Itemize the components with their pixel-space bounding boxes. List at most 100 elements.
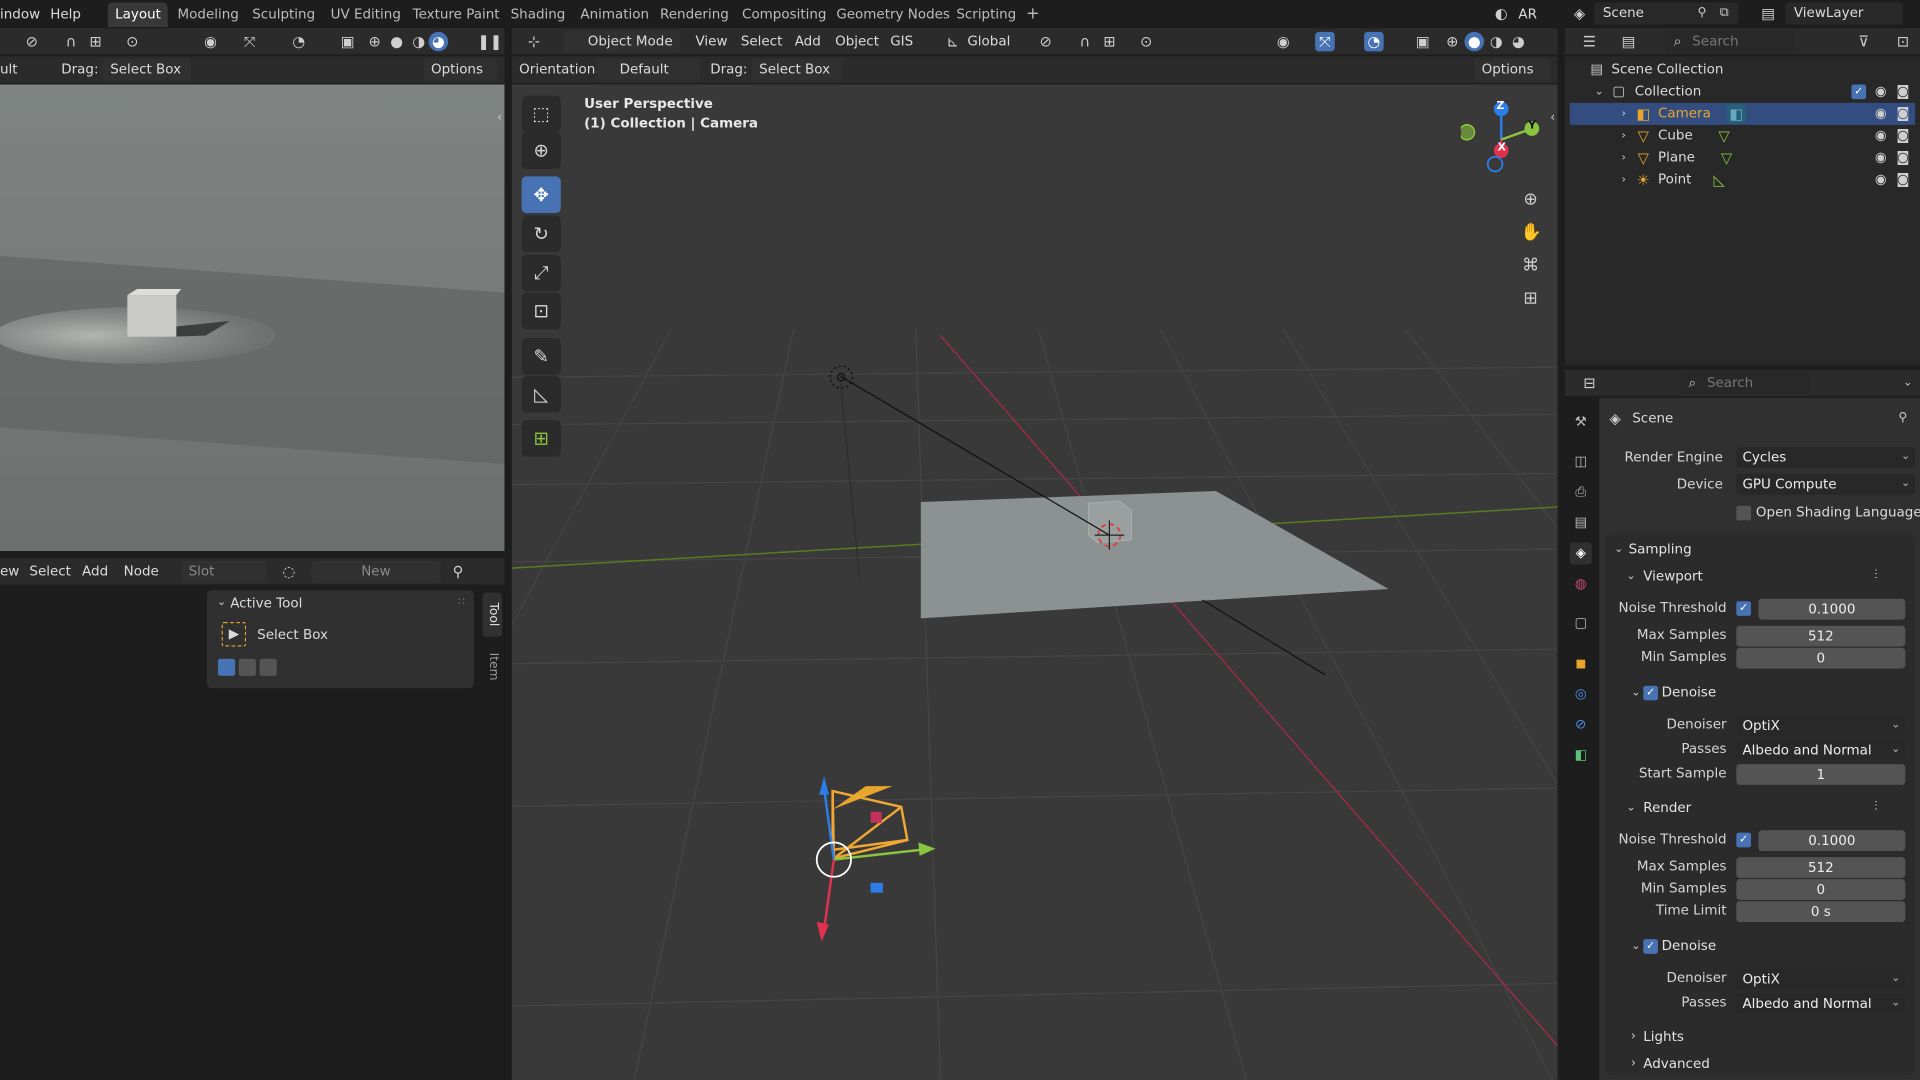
vp-noise-field[interactable]: 0.1000 — [1758, 598, 1906, 620]
new-collection-icon[interactable]: ⊡ — [1893, 32, 1913, 52]
eye-icon[interactable]: ◉ — [1871, 148, 1891, 168]
eye-icon[interactable]: ◉ — [1871, 170, 1891, 190]
render-camera-icon[interactable]: ◙ — [1893, 104, 1913, 124]
node-view-menu[interactable]: ew — [0, 563, 19, 580]
rd-noise-field[interactable]: 0.1000 — [1758, 830, 1906, 852]
chevron-down-icon[interactable]: ⌄ — [1609, 540, 1629, 560]
tab-animation[interactable]: Animation — [573, 2, 656, 26]
rd-denoise-title[interactable]: Denoise — [1662, 938, 1716, 954]
vp-min-field[interactable]: 0 — [1736, 647, 1906, 669]
view-layer-tab-icon[interactable]: ▤ — [1570, 512, 1592, 534]
material-shading-icon[interactable]: ◑ — [1487, 32, 1507, 52]
transform-dropdown[interactable]: Global — [960, 31, 1024, 53]
node-add-menu[interactable]: Add — [82, 563, 108, 580]
orientation-dropdown[interactable]: Default — [595, 58, 701, 81]
lights-section-title[interactable]: Lights — [1643, 1029, 1684, 1045]
viewport-section-title[interactable]: Viewport — [1643, 568, 1703, 584]
transform-tool-button[interactable]: ⊡ — [521, 292, 561, 330]
eye-icon[interactable]: ◉ — [1871, 82, 1891, 102]
select-tool-button[interactable]: ⬚ — [521, 95, 561, 133]
presets-icon[interactable]: ⫶ — [1866, 566, 1886, 586]
copy-scene-icon[interactable]: ⧉ — [1714, 4, 1734, 24]
chevron-down-icon[interactable]: ⌄ — [212, 593, 232, 613]
xray-icon[interactable]: ▣ — [338, 32, 358, 52]
chevron-down-icon[interactable]: ⌄ — [1589, 82, 1609, 102]
pivot-icon[interactable]: ⊘ — [1036, 32, 1056, 52]
chevron-right-icon[interactable]: › — [1614, 126, 1634, 146]
collection-tab-icon[interactable]: ▢ — [1570, 612, 1592, 634]
language-label[interactable]: AR — [1518, 0, 1537, 28]
render-tab-icon[interactable]: ◫ — [1570, 451, 1592, 473]
mode-dropdown[interactable]: Object Mode — [563, 30, 681, 53]
pin-icon[interactable]: ⚲ — [1692, 4, 1712, 24]
solid-shading-icon[interactable]: ● — [1464, 31, 1485, 52]
physics-tab-icon[interactable]: ◎ — [1570, 683, 1592, 705]
wireframe-shading-icon[interactable]: ⊕ — [1442, 32, 1462, 52]
scene-collection-row[interactable]: ▤ Scene Collection — [1570, 59, 1915, 81]
rd-passes-dropdown[interactable]: Albedo and Normal ⌄ — [1736, 993, 1906, 1014]
outliner-item-camera[interactable]: › ◧ Camera ◧ ◉ ◙ — [1569, 102, 1916, 125]
outliner-item-cube[interactable]: › ▽ Cube ▽ ◉ ◙ — [1570, 125, 1915, 147]
rd-max-field[interactable]: 512 — [1736, 857, 1906, 878]
vp-max-field[interactable]: 512 — [1736, 625, 1906, 647]
render-engine-dropdown[interactable]: Cycles ⌄ — [1736, 446, 1916, 468]
rotate-tool-button[interactable]: ↻ — [521, 215, 561, 253]
viewlayer-icon[interactable]: ▤ — [1758, 4, 1778, 24]
vp-denoise-title[interactable]: Denoise — [1662, 684, 1716, 700]
chevron-right-icon[interactable]: › — [1614, 104, 1634, 124]
rd-noise-checkbox[interactable]: ✓ — [1736, 832, 1752, 848]
properties-editor-icon[interactable]: ⊟ — [1580, 373, 1600, 393]
proportional-edit-icon[interactable]: ⊙ — [1136, 32, 1156, 52]
chevron-down-icon[interactable]: ⌄ — [1621, 798, 1641, 818]
material-browse-icon[interactable]: ◌ — [279, 562, 299, 582]
solid-shading-icon[interactable]: ● — [387, 32, 407, 52]
xray-icon[interactable]: ▣ — [1413, 32, 1433, 52]
tab-compositing[interactable]: Compositing — [735, 2, 834, 26]
editor-type-icon[interactable]: ⊹ — [524, 32, 544, 52]
collapse-arrow-icon[interactable]: ‹ — [490, 109, 505, 129]
drag-handle-icon[interactable]: ∷ — [452, 593, 472, 613]
eye-icon[interactable]: ◉ — [1871, 104, 1891, 124]
preview-options-button[interactable]: Options — [423, 58, 498, 81]
chevron-right-icon[interactable]: › — [1614, 148, 1634, 168]
tab-texture-paint[interactable]: Texture Paint — [405, 2, 507, 26]
preview-mode-label[interactable]: ult — [0, 61, 18, 78]
camera-object[interactable] — [831, 786, 909, 860]
tab-uv-editing[interactable]: UV Editing — [323, 2, 408, 26]
proportional-icon[interactable]: ⊙ — [122, 32, 142, 52]
tab-geometry-nodes[interactable]: Geometry Nodes — [829, 2, 957, 26]
filter-icon[interactable]: ⊽ — [1854, 32, 1874, 52]
render-camera-icon[interactable]: ◙ — [1893, 148, 1913, 168]
menu-help[interactable]: Help — [50, 0, 81, 28]
tab-rendering[interactable]: Rendering — [653, 2, 736, 26]
material-shading-icon[interactable]: ◑ — [409, 32, 429, 52]
presets-icon[interactable]: ⫶ — [1866, 797, 1886, 817]
drag-dropdown[interactable]: Select Box — [751, 58, 843, 81]
collection-include-checkbox[interactable]: ✓ — [1851, 84, 1867, 100]
vp-passes-dropdown[interactable]: Albedo and Normal ⌄ — [1736, 739, 1906, 761]
object-menu[interactable]: Object — [835, 33, 879, 50]
sidebar-tab-tool[interactable]: Tool — [482, 592, 503, 637]
scene-icon[interactable]: ◈ — [1570, 4, 1590, 24]
viewport-canvas[interactable]: User Perspective (1) Collection | Camera… — [511, 84, 1558, 1080]
vp-start-field[interactable]: 1 — [1736, 764, 1906, 785]
chevron-right-icon[interactable]: › — [1614, 170, 1634, 190]
render-preview-area[interactable]: ‹ — [0, 84, 505, 552]
outliner-editor-icon[interactable]: ☰ — [1580, 32, 1600, 52]
node-node-menu[interactable]: Node — [124, 563, 159, 580]
plane-object[interactable] — [920, 491, 1389, 619]
mode-subtract-icon[interactable] — [259, 658, 277, 676]
navigation-gizmo[interactable]: Z Y X — [1458, 94, 1542, 187]
annotate-tool-button[interactable]: ✎ — [521, 337, 561, 375]
outliner-search[interactable]: ⌕ Search — [1665, 30, 1796, 53]
vp-denoise-checkbox[interactable]: ✓ — [1643, 685, 1658, 701]
data-tab-icon[interactable]: ◧ — [1570, 744, 1592, 766]
chevron-down-icon[interactable]: ⌄ — [1898, 373, 1918, 393]
chevron-down-icon[interactable]: ⌄ — [1621, 567, 1641, 587]
scale-tool-button[interactable]: ⤢ — [521, 254, 561, 292]
osl-checkbox[interactable] — [1736, 505, 1752, 521]
rendered-shading-icon[interactable]: ◕ — [1509, 32, 1529, 52]
snap-target-icon[interactable]: ⊞ — [1100, 32, 1120, 52]
add-cube-tool-button[interactable]: ⊞ — [521, 420, 561, 457]
overlay-icon[interactable]: ◔ — [289, 32, 309, 52]
